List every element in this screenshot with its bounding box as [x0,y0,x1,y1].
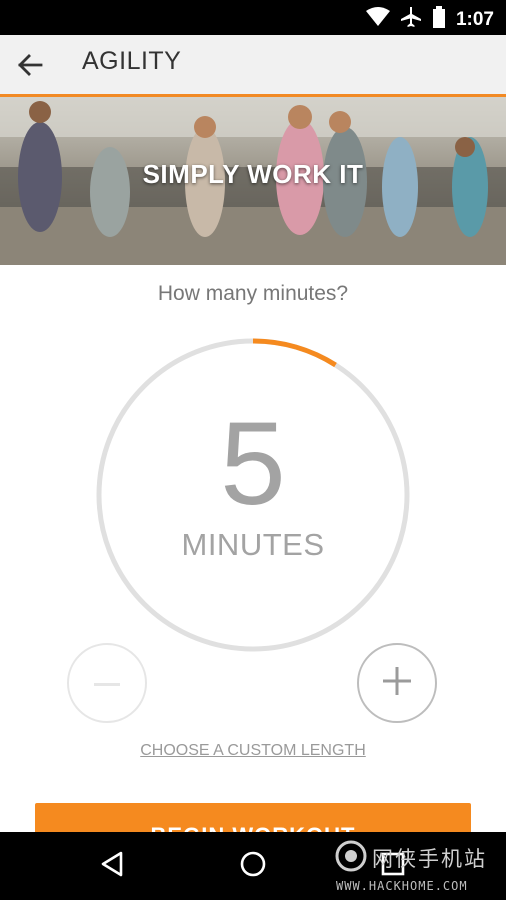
plus-icon [383,666,411,700]
watermark-url: WWW.HACKHOME.COM [336,879,468,893]
minutes-value: 5 [220,398,286,530]
watermark-logo-icon [335,840,367,872]
wifi-icon [365,7,390,32]
status-icons: 1:07 [365,6,494,33]
back-triangle-icon [99,850,125,883]
page-title: AGILITY [82,47,182,75]
nav-back-button[interactable] [94,848,130,884]
increment-button[interactable] [357,643,437,723]
hero-title: SIMPLY WORK IT [142,159,364,189]
arrow-left-icon [17,53,43,82]
home-circle-icon [239,850,267,883]
airplane-icon [400,6,422,33]
minutes-unit-label: MINUTES [181,527,325,562]
app-bar: AGILITY [0,35,506,97]
nav-home-button[interactable] [235,848,271,884]
dial-progress [252,338,337,368]
minutes-question: How many minutes? [157,282,349,305]
battery-icon [432,6,446,33]
decrement-button[interactable] [67,643,147,723]
status-bar: 1:07 [0,0,506,35]
custom-length-link[interactable]: CHOOSE A CUSTOM LENGTH [0,742,506,760]
hero-banner: SIMPLY WORK IT [0,97,506,265]
watermark: 网侠手机站 WWW.HACKHOME.COM [330,835,506,897]
watermark-text: 网侠手机站 [372,847,487,871]
back-button[interactable] [14,51,46,83]
minus-icon [94,674,120,692]
status-time: 1:07 [455,8,494,30]
